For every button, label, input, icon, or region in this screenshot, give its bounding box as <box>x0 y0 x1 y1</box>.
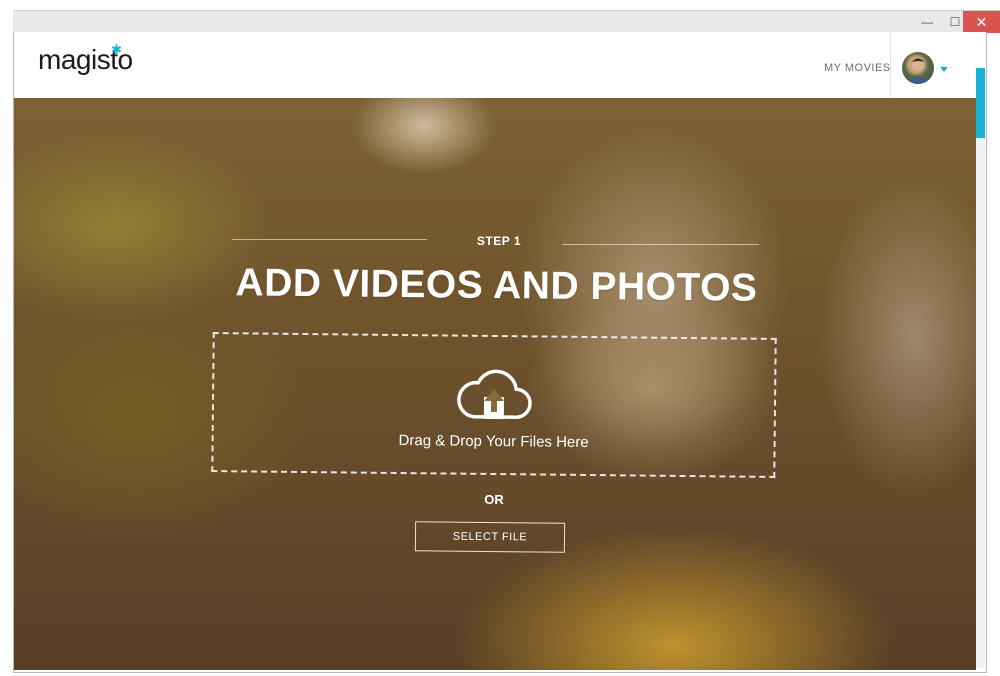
step-divider-left <box>232 239 427 240</box>
header-divider <box>890 32 891 98</box>
caret-down-icon[interactable] <box>940 67 948 72</box>
hero-section: STEP 1 ADD VIDEOS AND PHOTOS Drag & Drop… <box>14 86 976 670</box>
select-file-button[interactable]: SELECT FILE <box>414 521 566 553</box>
minimize-button[interactable]: — <box>913 11 941 33</box>
dropzone-instruction: Drag & Drop Your Files Here <box>398 432 589 451</box>
close-button[interactable]: ✕ <box>963 11 1000 33</box>
page-title: ADD VIDEOS AND PHOTOS <box>235 261 758 310</box>
file-dropzone[interactable]: Drag & Drop Your Files Here <box>211 332 777 478</box>
avatar-face-icon <box>906 58 930 84</box>
window-titlebar: — ☐ ✕ <box>13 10 1000 33</box>
cloud-upload-icon <box>457 369 532 420</box>
step-label: STEP 1 <box>476 234 522 248</box>
magisto-logo[interactable]: magisto ✱ <box>38 42 133 76</box>
magisto-star-icon: ✱ <box>111 42 122 57</box>
scrollbar-thumb[interactable] <box>976 68 985 138</box>
app-header: magisto ✱ MY MOVIES <box>14 32 976 98</box>
nav-my-movies[interactable]: MY MOVIES <box>824 62 891 74</box>
or-separator: OR <box>484 492 504 507</box>
step-divider-right <box>562 244 759 245</box>
scrollbar-track[interactable] <box>976 68 985 668</box>
user-avatar[interactable] <box>902 52 934 84</box>
